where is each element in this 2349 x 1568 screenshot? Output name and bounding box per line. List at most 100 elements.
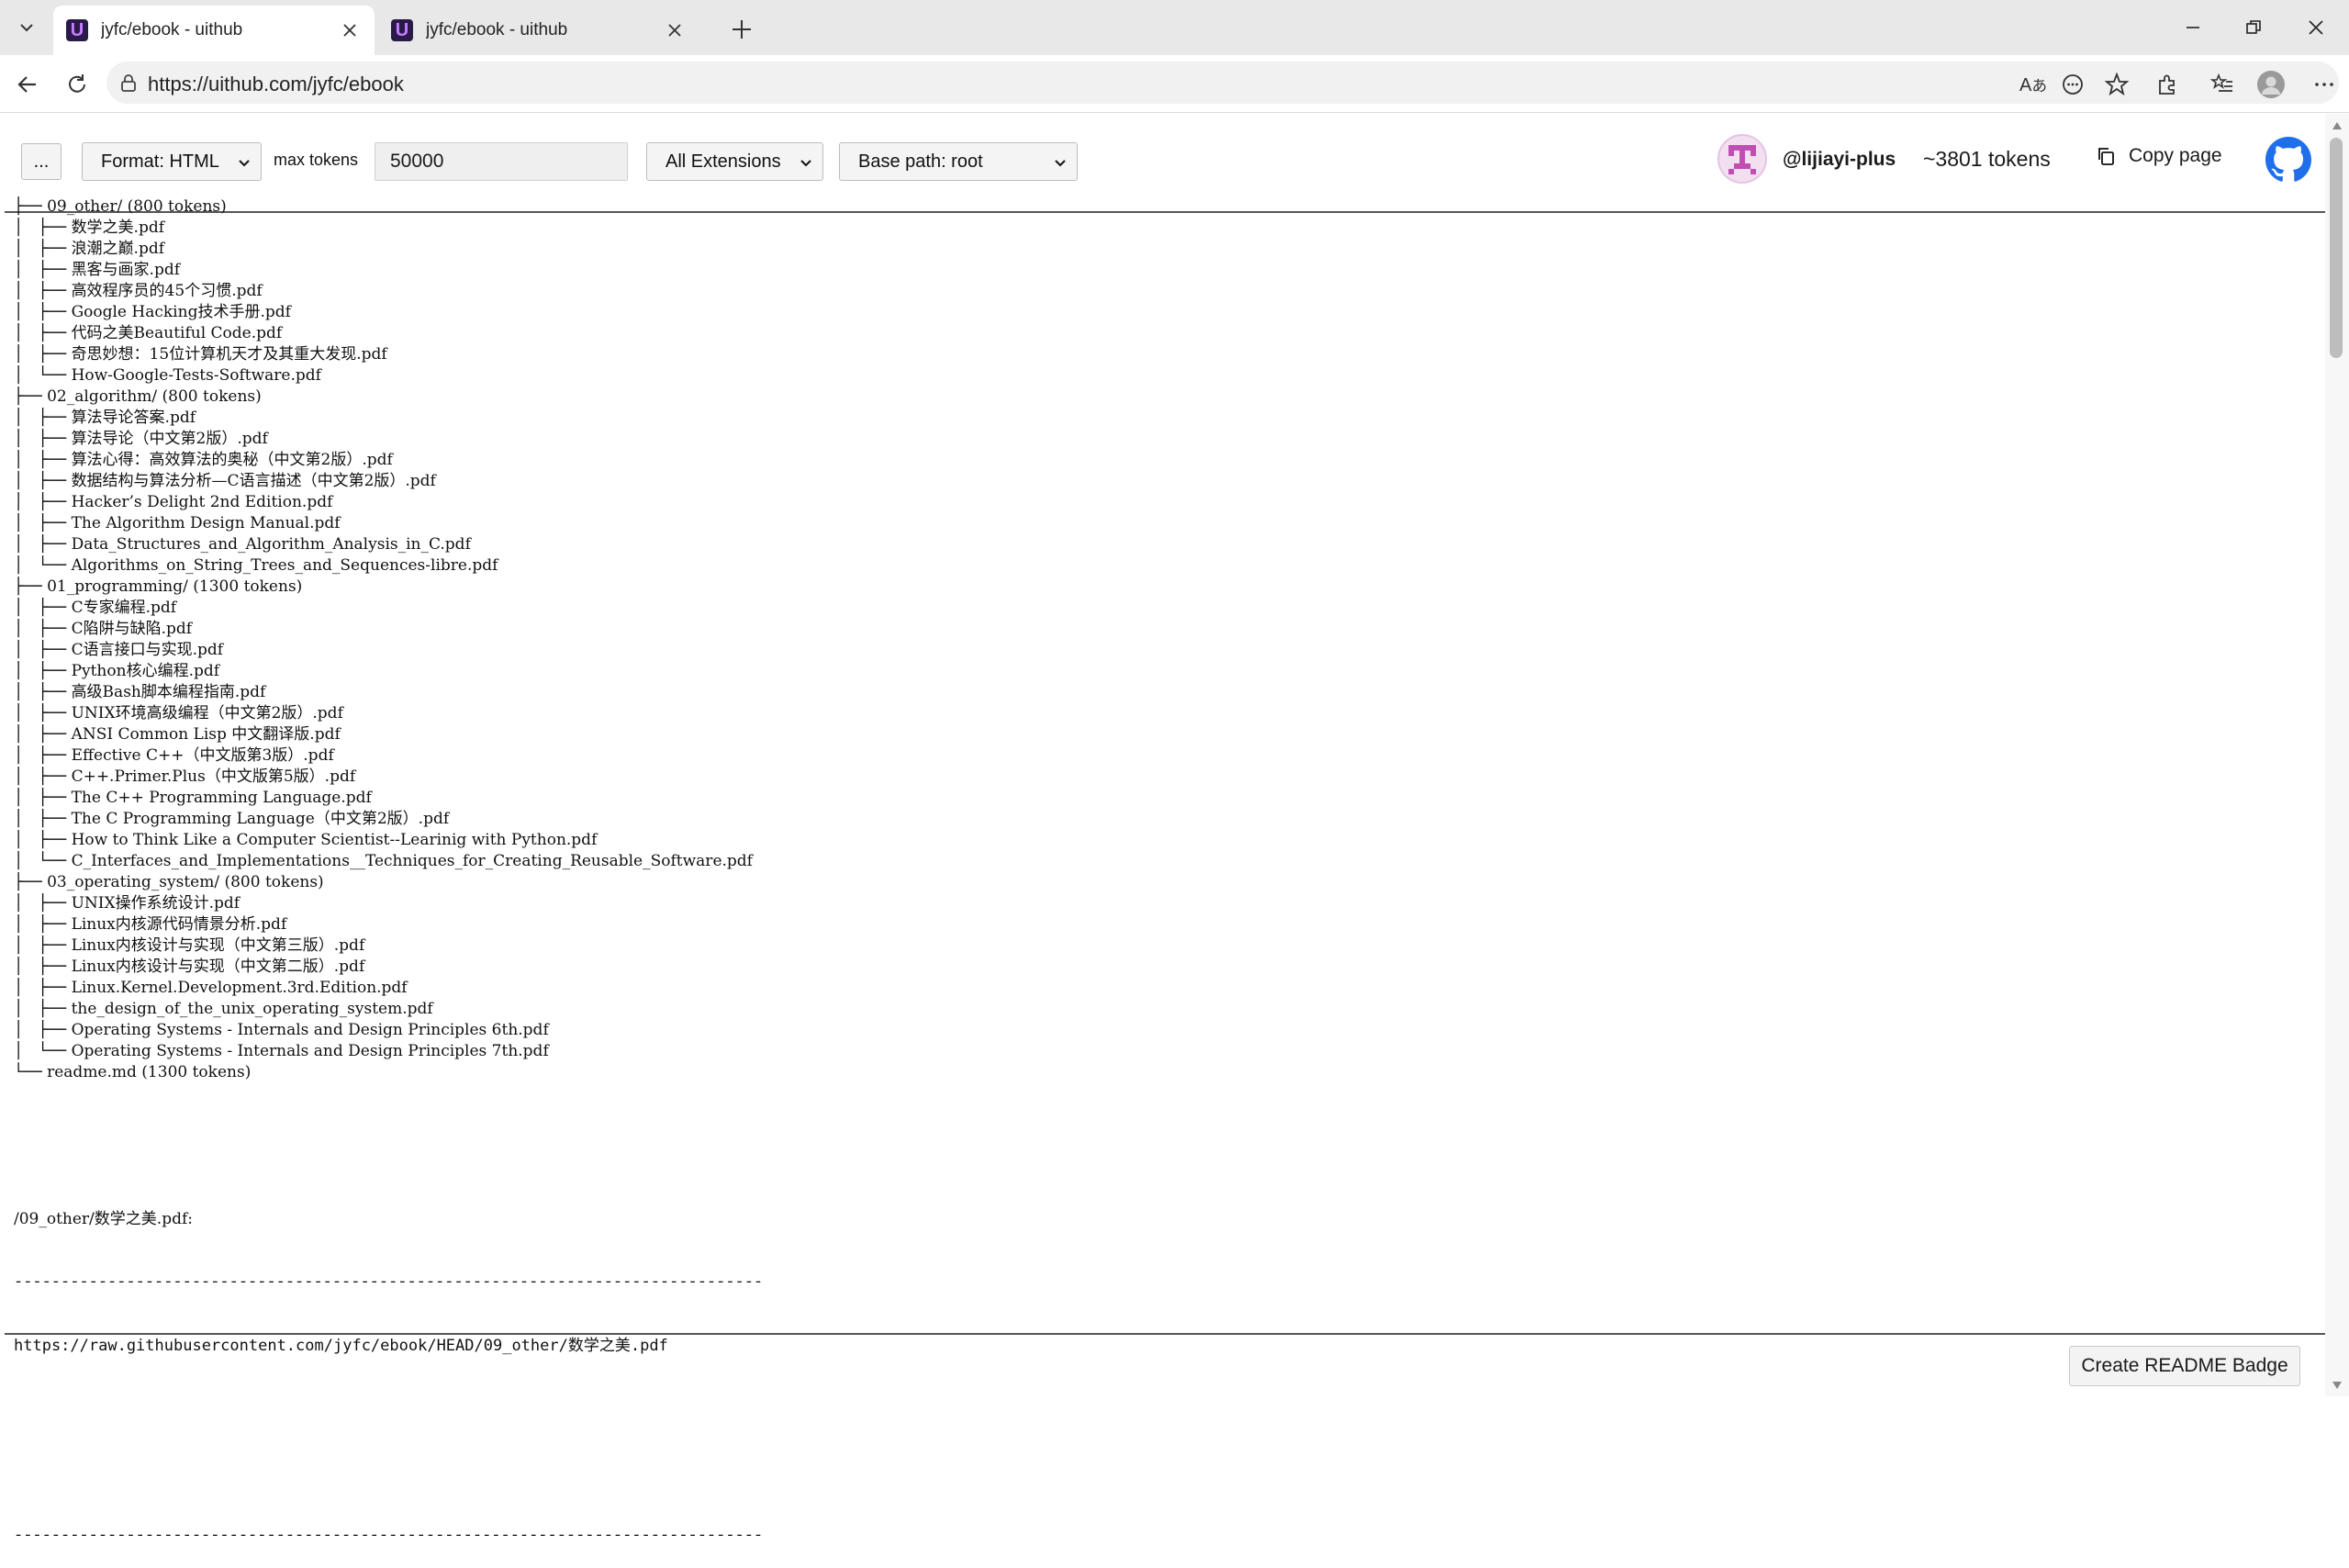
close-window-button[interactable] (2284, 0, 2348, 55)
tree-entry-name: readme.md (1300 tokens) (47, 1063, 252, 1081)
new-tab-button[interactable] (725, 13, 758, 46)
tree-branch-prefix: │ ├── (14, 472, 72, 490)
tree-entry: │ ├── 黑客与画家.pdf (14, 260, 2290, 281)
tree-branch-prefix: │ ├── (14, 683, 72, 701)
tree-branch-prefix: ├── (14, 577, 48, 596)
tree-branch-prefix: │ ├── (14, 218, 72, 237)
tree-entry: └── readme.md (1300 tokens) (14, 1062, 2290, 1083)
tree-entry-name: Hacker’s Delight 2nd Edition.pdf (71, 493, 333, 511)
tree-entry: │ ├── Linux内核设计与实现（中文第二版）.pdf (14, 957, 2290, 978)
create-readme-badge-button[interactable]: Create README Badge (2069, 1346, 2300, 1386)
tree-entry-name: Linux内核设计与实现（中文第三版）.pdf (71, 936, 365, 955)
tree-branch-prefix: │ ├── (14, 303, 72, 321)
tree-entry-name: 高效程序员的45个习惯.pdf (71, 282, 263, 300)
tree-entry-name: C语言接口与实现.pdf (71, 641, 224, 659)
favorite-button[interactable] (2100, 68, 2133, 101)
tree-branch-prefix: │ ├── (14, 641, 72, 659)
favorites-list-button[interactable] (2206, 68, 2239, 101)
tree-entry: ├── 09_other/ (800 tokens) (14, 196, 2290, 218)
tree-entry-name: ANSI Common Lisp 中文翻译版.pdf (71, 725, 341, 744)
scrollbar-thumb[interactable] (2330, 138, 2343, 358)
back-button[interactable] (9, 66, 46, 103)
tree-entry: │ ├── 算法心得：高效算法的奥秘（中文第2版）.pdf (14, 450, 2290, 471)
tree-branch-prefix: ├── (14, 387, 48, 406)
back-arrow-icon (17, 76, 36, 93)
tree-entry: │ ├── Effective C++（中文版第3版）.pdf (14, 745, 2290, 767)
more-circle-icon (2063, 74, 2083, 95)
tab-search-button[interactable] (7, 8, 46, 47)
tree-entry-name: 数学之美.pdf (71, 218, 165, 237)
tree-branch-prefix: │ ├── (14, 240, 72, 258)
translate-button[interactable]: Aあ (2017, 68, 2050, 101)
tree-branch-prefix: │ ├── (14, 493, 72, 511)
tab-title: jyfc/ebook - uithub (101, 20, 243, 39)
tree-entry: │ ├── 高级Bash脚本编程指南.pdf (14, 682, 2290, 703)
tree-branch-prefix: │ ├── (14, 409, 72, 427)
tree-branch-prefix: │ ├── (14, 810, 72, 828)
tree-branch-prefix: │ ├── (14, 451, 72, 469)
url-text: https://uithub.com/jyfc/ebook (148, 73, 404, 95)
tree-branch-prefix: │ ├── (14, 704, 72, 722)
tree-entry: │ ├── C语言接口与实现.pdf (14, 640, 2290, 661)
tree-entry: │ ├── ANSI Common Lisp 中文翻译版.pdf (14, 724, 2290, 745)
tree-entry-name: 算法导论（中文第2版）.pdf (71, 430, 268, 448)
chevron-down-icon (20, 24, 33, 32)
tree-branch-prefix: │ ├── (14, 535, 72, 554)
tree-entry: │ ├── Linux内核源代码情景分析.pdf (14, 914, 2290, 935)
tree-entry-name: Linux内核设计与实现（中文第二版）.pdf (71, 958, 365, 976)
tree-entry: │ ├── Data_Structures_and_Algorithm_Anal… (14, 534, 2290, 555)
tree-entry-name: 02_algorithm/ (800 tokens) (47, 387, 262, 406)
tree-entry: ├── 03_operating_system/ (800 tokens) (14, 872, 2290, 893)
raw-file-url[interactable]: https://raw.githubusercontent.com/jyfc/e… (14, 1336, 2290, 1357)
tree-branch-prefix: │ ├── (14, 430, 72, 448)
tree-entry: │ └── How-Google-Tests-Software.pdf (14, 365, 2290, 386)
tree-entry-name: the_design_of_the_unix_operating_system.… (71, 1000, 433, 1018)
close-tab-button[interactable] (338, 18, 362, 42)
tree-entry-name: UNIX操作系统设计.pdf (71, 894, 240, 913)
tree-entry: │ ├── 算法导论答案.pdf (14, 408, 2290, 429)
tree-entry: │ ├── 数学之美.pdf (14, 218, 2290, 239)
url-field[interactable]: https://uithub.com/jyfc/ebook (106, 62, 2339, 104)
tab-active[interactable]: U jyfc/ebook - uithub (53, 6, 375, 55)
tree-entry-name: 奇思妙想：15位计算机天才及其重大发现.pdf (71, 345, 387, 364)
tree-branch-prefix: │ ├── (14, 514, 72, 532)
tree-entry: │ └── Operating Systems - Internals and … (14, 1041, 2290, 1062)
tree-entry: │ ├── C++.Primer.Plus（中文版第5版）.pdf (14, 767, 2290, 788)
tree-branch-prefix: │ ├── (14, 831, 72, 849)
tree-entry: │ ├── 代码之美Beautiful Code.pdf (14, 323, 2290, 344)
tree-branch-prefix: │ ├── (14, 1021, 72, 1039)
tree-entry-name: 高级Bash脚本编程指南.pdf (71, 683, 266, 701)
tree-entry-name: Operating Systems - Internals and Design… (71, 1042, 549, 1060)
tree-branch-prefix: │ └── (14, 1042, 72, 1060)
tab-inactive[interactable]: U jyfc/ebook - uithub (378, 6, 699, 55)
reload-button[interactable] (59, 66, 95, 103)
tree-entry-name: How-Google-Tests-Software.pdf (71, 366, 321, 385)
tree-entry-name: 数据结构与算法分析—C语言描述（中文第2版）.pdf (71, 472, 436, 490)
separator-line: ----------------------------------------… (14, 1528, 764, 1545)
scroll-up-arrow-icon[interactable] (2331, 119, 2343, 132)
file-tree: ├── 09_other/ (800 tokens) │ ├── 数学之美.pdf… (14, 196, 2290, 1083)
reload-icon (69, 74, 85, 93)
repo-content: ├── 09_other/ (800 tokens) │ ├── 数学之美.pdf… (14, 154, 2290, 1568)
reading-mode-button[interactable] (2056, 68, 2089, 101)
extensions-button[interactable] (2151, 68, 2184, 101)
tree-branch-prefix: │ ├── (14, 789, 72, 807)
scroll-down-arrow-icon[interactable] (2331, 1379, 2343, 1392)
tree-branch-prefix: │ ├── (14, 324, 72, 342)
settings-menu-button[interactable] (2308, 68, 2341, 101)
tree-entry: │ ├── C陷阱与缺陷.pdf (14, 619, 2290, 640)
puzzle-icon (2159, 74, 2175, 95)
tree-entry-name: 代码之美Beautiful Code.pdf (71, 324, 283, 342)
minimize-button[interactable] (2161, 0, 2225, 55)
tree-branch-prefix: │ ├── (14, 662, 72, 680)
uithub-favicon-icon: U (66, 19, 88, 41)
tree-entry-name: Effective C++（中文版第3版）.pdf (71, 746, 334, 765)
tree-branch-prefix: │ ├── (14, 282, 72, 300)
vertical-scrollbar[interactable] (2325, 114, 2349, 1396)
profile-button[interactable] (2254, 68, 2287, 101)
tree-branch-prefix: │ ├── (14, 894, 72, 913)
restore-button[interactable] (2221, 0, 2286, 55)
tree-branch-prefix: │ ├── (14, 958, 72, 976)
close-icon (343, 24, 356, 37)
close-tab-button[interactable] (663, 18, 687, 42)
